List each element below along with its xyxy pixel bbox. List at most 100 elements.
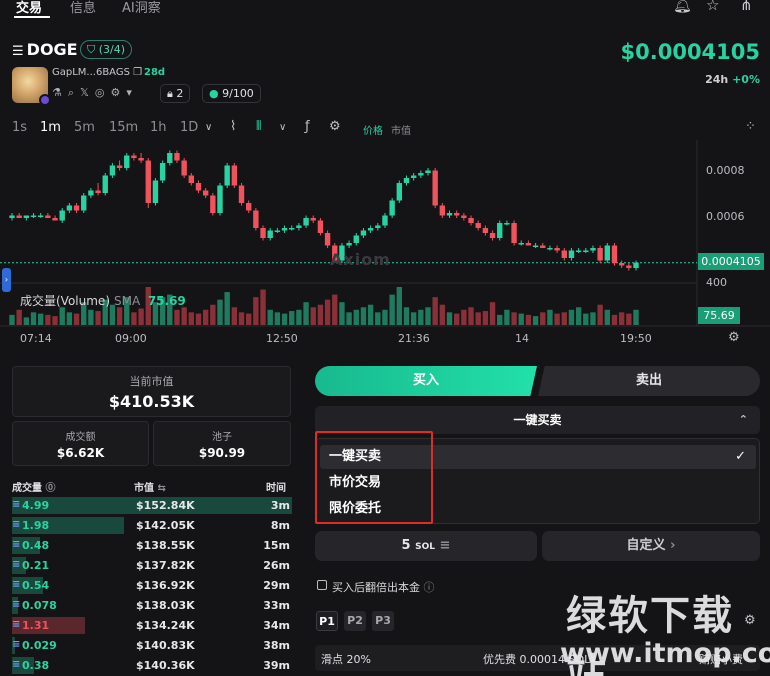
preset-p3[interactable]: P3 <box>372 611 394 631</box>
order-mode-select[interactable]: 一键买卖 ⌃ <box>315 406 760 434</box>
trade-time: 3m <box>270 499 290 512</box>
trade-amount: 0.38 <box>22 659 50 672</box>
price-chart[interactable] <box>0 140 770 354</box>
trade-amount: 1.31 <box>22 619 50 632</box>
candles-icon[interactable]: ⫴ <box>256 119 261 134</box>
x-icon[interactable]: 𝕏 <box>80 86 89 99</box>
chevron-right-icon: › <box>670 538 676 553</box>
token-address[interactable]: GapLM...6BAGS ❐ <box>52 67 142 78</box>
tf-chevron-down-icon[interactable]: ∨ <box>205 122 212 133</box>
bell-icon[interactable]: 🔔︎ <box>673 0 692 14</box>
volume-bar <box>568 309 575 325</box>
volume-bar <box>432 297 438 325</box>
volume-bar <box>66 312 73 325</box>
preset-p1[interactable]: P1 <box>316 611 338 631</box>
chef-icon[interactable]: ⚗ <box>52 86 62 99</box>
table-row[interactable]: ≡ 0.48 $138.55K 15m <box>12 536 292 555</box>
share-icon[interactable]: ⋔ <box>740 0 753 14</box>
tab-trade[interactable]: 交易 <box>16 0 42 16</box>
table-row[interactable]: ≡ 0.54 $136.92K 29m <box>12 576 292 595</box>
volume-bar <box>116 307 123 325</box>
preset-p2[interactable]: P2 <box>344 611 366 631</box>
dots-icon[interactable]: ⁘ <box>745 119 756 134</box>
tf-15m[interactable]: 15m <box>109 120 138 135</box>
trader-icon: ≡ <box>12 559 21 570</box>
volume-bar <box>210 304 216 325</box>
gear-icon[interactable]: ⚙ <box>111 86 121 99</box>
table-row[interactable]: ≡ 4.99 $152.84K 3m <box>12 496 292 515</box>
price-toggle[interactable]: 价格 <box>363 122 383 137</box>
candle <box>296 225 302 228</box>
table-row[interactable]: ≡ 1.98 $142.05K 8m <box>12 516 292 535</box>
col-time[interactable]: 时间 <box>266 479 286 494</box>
tab-info[interactable]: 信息 <box>70 0 96 16</box>
chevron-up-icon: ⌃ <box>738 413 748 426</box>
amount-button[interactable]: 5 SOL ≡ <box>315 531 537 561</box>
table-row[interactable]: ≡ 0.38 $140.36K 39m <box>12 656 292 675</box>
holders-pill[interactable]: 🔒︎ 2 <box>160 84 191 103</box>
volume-bar <box>367 304 374 325</box>
table-row[interactable]: ≡ 0.21 $137.82K 26m <box>12 556 292 575</box>
volume-bar <box>332 294 338 325</box>
pool-card: 池子 $90.99 <box>153 421 291 466</box>
table-row[interactable]: ≡ 0.029 $140.83K 38m <box>12 636 292 655</box>
volume-bar <box>246 313 252 325</box>
candle <box>238 185 245 203</box>
custom-amount-button[interactable]: 自定义 › <box>542 531 760 561</box>
info-icon: ⓘ <box>423 581 435 594</box>
col-amount[interactable]: 成交量 ⓪ <box>12 479 55 494</box>
volume-bar <box>497 314 503 325</box>
volume-bar <box>317 304 324 325</box>
score-pill[interactable]: ● 9/100 <box>202 84 261 103</box>
tf-1s[interactable]: 1s <box>12 120 27 135</box>
triangle-down-icon[interactable]: ▾ <box>126 86 132 99</box>
volume-bar <box>540 312 546 325</box>
candle <box>131 155 137 158</box>
candle <box>303 218 309 226</box>
search-icon[interactable]: ⌕ <box>68 86 74 99</box>
volume-bar <box>174 309 180 325</box>
expand-handle-icon[interactable]: › <box>2 268 11 292</box>
table-row[interactable]: ≡ 1.31 $134.24K 34m <box>12 616 292 635</box>
candle <box>475 223 481 228</box>
mcap-toggle[interactable]: 市值 <box>391 122 411 137</box>
volume-bar <box>45 314 51 325</box>
platform-badge-icon <box>39 94 51 106</box>
y-tick-3: 400 <box>706 276 727 289</box>
tf-1h[interactable]: 1h <box>150 120 167 135</box>
menu-icon[interactable]: ☰ <box>12 44 24 59</box>
candle <box>575 250 582 252</box>
chart-type-chevron-icon[interactable]: ∨ <box>279 122 286 133</box>
indicators-icon[interactable]: ƒ <box>305 119 310 134</box>
volume-bar <box>375 312 381 325</box>
lock-icon: 🔒︎ <box>167 87 173 100</box>
trade-time: 15m <box>263 539 290 552</box>
tab-ai-insight[interactable]: AI洞察 <box>122 0 161 16</box>
table-row[interactable]: ≡ 0.078 $138.03K 33m <box>12 596 292 615</box>
buy-tab-button[interactable]: 买入 <box>315 366 537 396</box>
volume-bar <box>238 312 245 325</box>
settings-icon[interactable]: ⚙ <box>329 119 341 134</box>
star-icon[interactable]: ☆ <box>706 0 719 14</box>
volume-bar <box>310 307 316 325</box>
volume-bar <box>446 312 453 325</box>
candle <box>403 178 410 183</box>
globe-icon[interactable]: ◎ <box>95 86 105 99</box>
chart-settings-icon[interactable]: ⚙ <box>728 330 740 345</box>
tf-1d[interactable]: 1D <box>180 120 198 135</box>
tf-1m[interactable]: 1m <box>40 120 61 135</box>
sell-tab-button[interactable]: 卖出 <box>538 366 760 396</box>
volume-bar <box>575 307 582 325</box>
candle <box>497 223 503 238</box>
copy-icon[interactable]: ❐ <box>133 67 142 78</box>
double-out-checkbox[interactable] <box>317 580 327 590</box>
trade-time: 8m <box>270 519 290 532</box>
last-price-tag: 0.0004105 <box>698 253 764 270</box>
audit-badge[interactable]: ⛉ (3/4) <box>80 40 133 59</box>
chart-watermark: Axiom <box>330 250 391 269</box>
tf-5m[interactable]: 5m <box>74 120 95 135</box>
candle <box>504 223 510 225</box>
y-tick-1: 0.0008 <box>706 164 745 177</box>
line-chart-icon[interactable]: ⌇ <box>230 119 236 134</box>
col-mcap[interactable]: 市值 ⇆ <box>134 479 166 494</box>
